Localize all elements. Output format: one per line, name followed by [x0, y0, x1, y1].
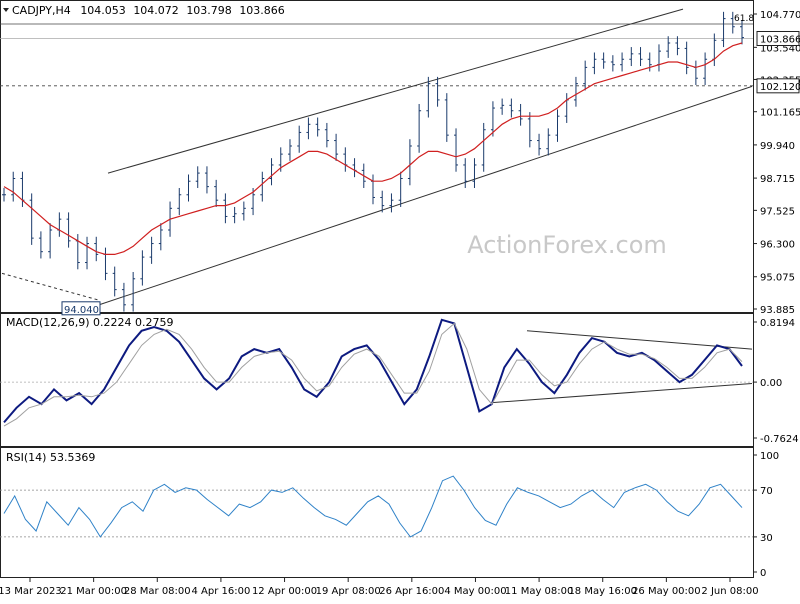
collapse-triangle-icon[interactable]: [3, 8, 9, 12]
watermark: ActionForex.com: [467, 231, 667, 259]
macd-header: MACD(12,26,9) 0.2224 0.2759: [6, 316, 174, 329]
price-y-tick-label: 101.165: [760, 108, 800, 119]
x-tick-label: 12 Apr 00:00: [252, 586, 317, 597]
price-y-tick-label: 99.940: [760, 141, 795, 152]
rsi-y-tick-label: 0: [760, 568, 766, 579]
x-tick-label: 19 Apr 08:00: [316, 586, 381, 597]
price-header: CADJPY,H4 104.053 104.072 103.798 103.86…: [12, 4, 285, 17]
axis-layer: 104.770103.540102.355101.16599.94098.715…: [0, 10, 800, 597]
price-layer: [1, 8, 753, 312]
rsi-layer: [0, 475, 753, 538]
high-value: 104.072: [133, 4, 179, 17]
x-tick-label: 13 Mar 2023: [0, 586, 62, 597]
price-y-tick-label: 96.300: [760, 240, 795, 251]
rsi-y-tick-label: 70: [760, 486, 773, 497]
x-tick-label: 28 Mar 08:00: [124, 586, 191, 597]
low-annotation: 94.040: [64, 305, 99, 316]
open-value: 104.053: [80, 4, 126, 17]
level-label: 102.120: [760, 82, 800, 93]
x-tick-label: 11 May 08:00: [505, 586, 574, 597]
rsi-y-tick-label: 30: [760, 533, 773, 544]
close-value: 103.866: [239, 4, 285, 17]
low-trend-dashed-line: [1, 272, 101, 301]
moving-average-line: [3, 42, 743, 255]
macd-y-tick-label: 0.8194: [760, 318, 795, 329]
rsi-line: [3, 475, 743, 538]
fib-label: 61.8: [734, 14, 754, 24]
price-y-tick-label: 95.075: [760, 273, 795, 284]
macd-layer: [0, 318, 753, 427]
chart-stage: 104.770103.540102.355101.16599.94098.715…: [0, 0, 800, 600]
price-y-tick-label: 104.770: [760, 10, 800, 21]
macd-panel-frame: [0, 313, 754, 447]
x-tick-label: 2 Jun 08:00: [701, 586, 758, 597]
chart-svg: 104.770103.540102.355101.16599.94098.715…: [0, 0, 800, 597]
channel-upper-line: [107, 8, 684, 174]
low-value: 103.798: [186, 4, 232, 17]
x-tick-label: 26 Apr 16:00: [379, 586, 444, 597]
rsi-header: RSI(14) 53.5369: [6, 451, 95, 464]
x-tick-label: 26 May 00:00: [632, 586, 701, 597]
price-y-tick-label: 97.525: [760, 206, 795, 217]
macd-y-tick-label: 0.00: [760, 378, 782, 389]
current-price-label: 103.866: [760, 34, 800, 45]
channel-lower-line: [99, 85, 753, 306]
x-tick-label: 4 May 00:00: [444, 586, 506, 597]
macd-lower-trendline: [491, 383, 753, 404]
price-y-tick-label: 93.885: [760, 305, 795, 316]
rsi-y-tick-label: 100: [760, 451, 779, 462]
price-y-tick-label: 98.715: [760, 174, 795, 185]
macd-y-tick-label: -0.7624: [760, 434, 799, 445]
x-tick-label: 18 May 16:00: [568, 586, 637, 597]
x-tick-label: 4 Apr 16:00: [191, 586, 250, 597]
macd-line: [3, 318, 743, 424]
x-tick-label: 21 Mar 00:00: [60, 586, 127, 597]
symbol-label: CADJPY,H4: [12, 4, 71, 17]
rsi-panel-frame: [0, 447, 754, 578]
